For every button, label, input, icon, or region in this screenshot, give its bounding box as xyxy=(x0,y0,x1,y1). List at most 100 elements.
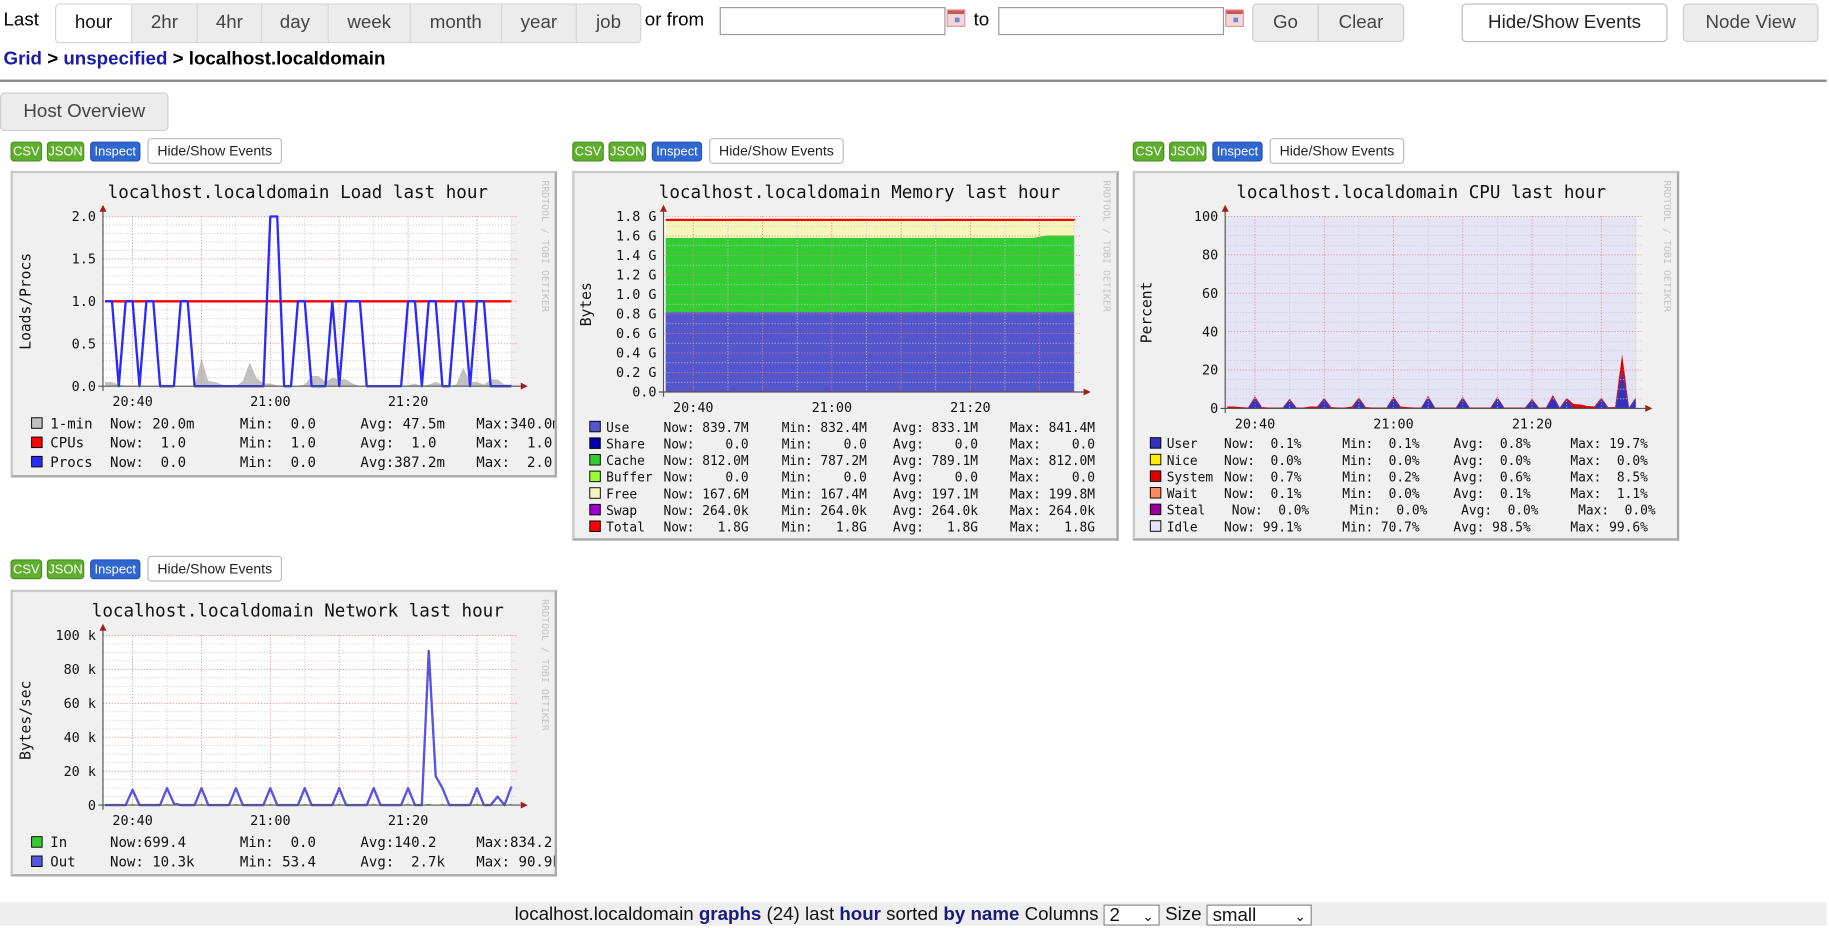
json-button[interactable]: JSON xyxy=(47,559,84,579)
y-tick-label: 20 xyxy=(1202,364,1218,379)
inspect-button[interactable]: Inspect xyxy=(1212,142,1262,162)
legend-swatch xyxy=(590,438,601,449)
legend-max: Max: 0.0% xyxy=(1570,504,1655,519)
columns-select[interactable]: 2⌄ xyxy=(1104,905,1160,926)
x-axis-arrow-icon xyxy=(1645,405,1652,412)
size-value: small xyxy=(1213,906,1257,926)
range-month[interactable]: month xyxy=(410,5,501,42)
x-tick-label: 20:40 xyxy=(112,395,152,410)
range-2hr[interactable]: 2hr xyxy=(131,5,197,42)
go-button[interactable]: Go xyxy=(1252,4,1319,43)
legend-swatch xyxy=(32,437,43,448)
hide-show-events-button[interactable]: Hide/Show Events xyxy=(709,138,844,164)
chevron-down-icon: ⌄ xyxy=(1294,906,1306,927)
legend-avg: Avg: 833.1M xyxy=(893,421,978,436)
legend-now: Now: 1.8G xyxy=(664,521,749,536)
y-tick-label: 20 k xyxy=(64,765,96,780)
host-overview-button[interactable]: Host Overview xyxy=(0,92,169,131)
footer-sorted: sorted xyxy=(886,905,938,925)
breadcrumb-grid-link[interactable]: Grid xyxy=(4,49,42,69)
csv-button[interactable]: CSV xyxy=(11,559,43,579)
legend-min: Min: 0.0 xyxy=(782,471,867,486)
legend-min: Min: 0.0 xyxy=(240,455,316,471)
json-button[interactable]: JSON xyxy=(47,142,84,162)
range-hour[interactable]: hour xyxy=(56,5,131,42)
x-axis-arrow-icon xyxy=(521,383,528,390)
hide-show-events-button[interactable]: Hide/Show Events xyxy=(1270,138,1405,164)
legend-avg: Avg: 264.0k xyxy=(893,504,978,519)
legend-name: Free xyxy=(606,487,637,502)
legend-avg: Avg:140.2 xyxy=(360,835,436,851)
clear-button[interactable]: Clear xyxy=(1318,4,1405,43)
legend-max: Max: 1.1% xyxy=(1570,487,1648,502)
y-tick-label: 0.2 G xyxy=(616,366,656,381)
calendar-icon[interactable] xyxy=(947,9,966,27)
range-4hr[interactable]: 4hr xyxy=(197,5,261,42)
legend-now: Now: 1.0 xyxy=(110,436,186,452)
series-use-area xyxy=(666,312,1075,392)
legend-avg: Avg: 0.6% xyxy=(1453,470,1531,485)
csv-button[interactable]: CSV xyxy=(572,142,604,162)
legend-row-cache: CacheNow: 812.0MMin: 787.2MAvg: 789.1MMa… xyxy=(590,454,1096,469)
csv-button[interactable]: CSV xyxy=(11,142,43,162)
breadcrumb-cluster-link[interactable]: unspecified xyxy=(63,49,167,69)
hide-show-events-button[interactable]: Hide/Show Events xyxy=(147,556,282,582)
x-tick-label: 21:00 xyxy=(250,395,290,410)
from-label: or from xyxy=(645,11,704,32)
hide-show-events-button[interactable]: Hide/Show Events xyxy=(1462,4,1668,43)
range-job[interactable]: job xyxy=(576,5,640,42)
footer-last: last xyxy=(805,905,834,925)
ganglia-host-page: Last hour 2hr 4hr day week month year jo… xyxy=(0,0,1829,920)
hide-show-events-button[interactable]: Hide/Show Events xyxy=(147,138,282,164)
memory-graph[interactable]: localhost.localdomain Memory last hourBy… xyxy=(572,171,1118,541)
cpu-graph[interactable]: localhost.localdomain CPU last hourPerce… xyxy=(1133,171,1679,541)
range-week[interactable]: week xyxy=(328,5,410,42)
legend-min: Min: 0.0% xyxy=(1342,454,1420,469)
legend-swatch xyxy=(32,418,43,429)
inspect-button[interactable]: Inspect xyxy=(90,559,140,579)
legend-max: Max: 19.7% xyxy=(1570,437,1648,452)
legend-row-cpus: CPUsNow: 1.0Min: 1.0Avg: 1.0Max: 1.0 xyxy=(32,436,553,452)
from-date-input[interactable] xyxy=(720,7,946,35)
legend-now: Now: 0.1% xyxy=(1224,487,1302,502)
csv-button[interactable]: CSV xyxy=(1133,142,1165,162)
to-date-input[interactable] xyxy=(998,7,1224,35)
inspect-button[interactable]: Inspect xyxy=(90,142,140,162)
x-tick-label: 21:20 xyxy=(388,395,428,410)
y-axis-arrow-icon xyxy=(99,624,106,631)
node-view-button[interactable]: Node View xyxy=(1683,4,1819,43)
legend-name: Idle xyxy=(1167,520,1198,535)
json-button[interactable]: JSON xyxy=(1169,142,1206,162)
breadcrumb-host: localhost.localdomain xyxy=(189,49,386,69)
legend-name: Out xyxy=(50,855,75,871)
rrdtool-watermark: RRDTOOL / TOBI OETIKER xyxy=(1100,180,1111,312)
range-year[interactable]: year xyxy=(501,5,576,42)
legend-swatch xyxy=(590,455,601,466)
legend-name: Swap xyxy=(606,504,637,519)
range-day[interactable]: day xyxy=(261,5,328,42)
legend-now: Now: 10.3k xyxy=(110,855,195,871)
legend-now: Now: 839.7M xyxy=(664,421,749,436)
size-select[interactable]: small ⌄ xyxy=(1207,905,1312,926)
y-tick-label: 0 xyxy=(1210,402,1218,417)
legend-avg: Avg: 47.5m xyxy=(360,416,444,432)
columns-label: Columns xyxy=(1025,905,1099,925)
y-tick-label: 2.0 xyxy=(72,210,96,225)
y-axis-arrow-icon xyxy=(660,205,667,212)
network-graph[interactable]: localhost.localdomain Network last hourB… xyxy=(11,590,557,877)
load-graph[interactable]: localhost.localdomain Load last hourLoad… xyxy=(11,171,557,478)
legend-now: Now:699.4 xyxy=(110,835,186,851)
x-tick-label: 21:20 xyxy=(950,401,990,416)
y-tick-label: 60 xyxy=(1202,287,1218,302)
range-selector: hour 2hr 4hr day week month year job xyxy=(55,4,641,44)
inspect-button[interactable]: Inspect xyxy=(652,142,702,162)
y-axis-label: Bytes/sec xyxy=(17,681,34,760)
legend-now: Now: 0.0% xyxy=(1224,454,1302,469)
legend-min: Min: 167.4M xyxy=(782,487,867,502)
json-button[interactable]: JSON xyxy=(609,142,646,162)
calendar-icon[interactable] xyxy=(1225,9,1244,27)
footer-graphs-link[interactable]: graphs xyxy=(699,905,761,925)
legend-row-procs: ProcsNow: 0.0Min: 0.0Avg:387.2mMax: 2.0 xyxy=(32,455,553,471)
legend-max: Max: 841.4M xyxy=(1010,421,1095,436)
legend-now: Now: 0.0 xyxy=(664,437,749,452)
